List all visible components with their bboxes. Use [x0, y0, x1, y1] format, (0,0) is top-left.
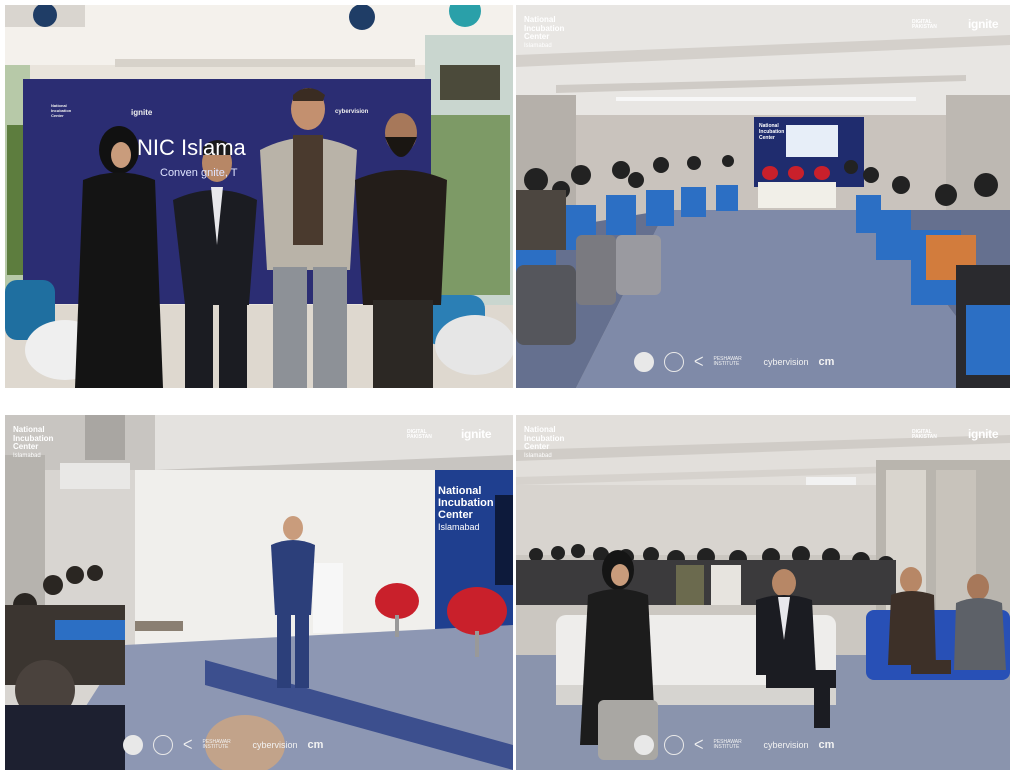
- cm-logo: cm: [818, 739, 835, 751]
- auditorium-scene: [516, 5, 1010, 388]
- telenor-icon: ᐸ: [183, 737, 193, 752]
- speaker-scene: [5, 415, 513, 770]
- banner-subtitle: Conven gnite, T: [160, 167, 238, 179]
- partner-logos: ᐸ PESHAWAR INSTITUTE cybervision cm: [634, 735, 834, 755]
- nic-logo: National Incubation Center Islamabad: [524, 15, 565, 49]
- ignite-logo: ignite: [968, 427, 999, 441]
- telenor-icon: ᐸ: [694, 354, 704, 369]
- university-seal-icon: [634, 735, 654, 755]
- cybervision-logo: cybervision: [763, 740, 809, 750]
- cybervision-logo: cybervision: [763, 357, 809, 367]
- banner-title: NIC Islama: [137, 135, 246, 160]
- cm-logo: cm: [307, 739, 324, 751]
- nic-logo: National Incubation Center Islamabad: [524, 425, 565, 459]
- photo-front-row-guests: National Incubation Center Islamabad DIG…: [516, 415, 1010, 770]
- photo-auditorium-audience: National Incubation Center Islamabad DIG…: [516, 5, 1010, 388]
- banner-nic-logo: National Incubation Center: [51, 103, 72, 118]
- nic-backdrop-text: National Incubation Center Islamabad: [438, 485, 494, 532]
- university-seal-icon: [123, 735, 143, 755]
- front-row-scene: [516, 415, 1010, 770]
- partner-logos: ᐸ PESHAWAR INSTITUTE cybervision cm: [634, 352, 834, 372]
- photo-speaker-presentation: National Incubation Center Islamabad DIG…: [5, 415, 513, 770]
- peshawar-institute-logo: PESHAWAR INSTITUTE: [713, 356, 742, 367]
- digital-pakistan-logo: DIGITAL PAKISTAN: [912, 429, 937, 440]
- group-portrait-scene: [5, 5, 513, 388]
- telenor-icon: ᐸ: [694, 737, 704, 752]
- cm-logo: cm: [818, 356, 835, 368]
- peshawar-institute-logo: PESHAWAR INSTITUTE: [202, 739, 231, 750]
- peshawar-institute-logo: PESHAWAR INSTITUTE: [713, 739, 742, 750]
- institution-seal-icon: [664, 735, 684, 755]
- digital-pakistan-logo: DIGITAL PAKISTAN: [407, 429, 432, 440]
- photo-group-portrait: NIC Islama Conven gnite, T ignite Nation…: [5, 5, 513, 388]
- ignite-logo: ignite: [461, 427, 492, 441]
- digital-pakistan-logo: DIGITAL PAKISTAN: [912, 19, 937, 30]
- cybervision-logo: cybervision: [252, 740, 298, 750]
- nic-logo: National Incubation Center Islamabad: [13, 425, 54, 459]
- banner-ignite-logo: ignite: [131, 108, 153, 117]
- ignite-logo: ignite: [968, 17, 999, 31]
- stage-backdrop-text: National Incubation Center: [759, 123, 785, 141]
- institution-seal-icon: [664, 352, 684, 372]
- university-seal-icon: [634, 352, 654, 372]
- partner-logos: ᐸ PESHAWAR INSTITUTE cybervision cm: [123, 735, 323, 755]
- institution-seal-icon: [153, 735, 173, 755]
- banner-cybervision-logo: cybervision: [335, 109, 369, 115]
